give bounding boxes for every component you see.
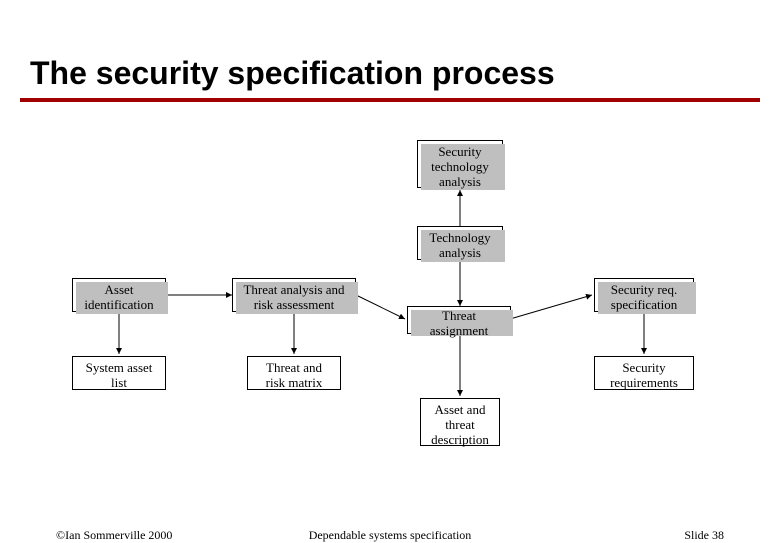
- box-threat-assignment: Threatassignment: [407, 306, 511, 334]
- box-label: Assetidentification: [84, 283, 153, 313]
- slide: The security specification process Secur…: [0, 0, 780, 540]
- box-label: Securityrequirements: [610, 361, 678, 391]
- box-security-technology-analysis: Securitytechnologyanalysis: [417, 140, 503, 188]
- box-asset-identification: Assetidentification: [72, 278, 166, 312]
- footer-subtitle: Dependable systems specification: [0, 528, 780, 543]
- footer-slide-number: Slide 38: [684, 528, 724, 543]
- box-label: Asset andthreatdescription: [431, 403, 489, 448]
- box-system-asset-list: System assetlist: [72, 356, 166, 390]
- slide-title: The security specification process: [30, 55, 555, 92]
- box-label: Threatassignment: [430, 309, 489, 339]
- box-threat-analysis-risk-assessment: Threat analysis andrisk assessment: [232, 278, 356, 312]
- box-technology-analysis: Technologyanalysis: [417, 226, 503, 260]
- box-label: Threat andrisk matrix: [266, 361, 323, 391]
- box-label: Threat analysis andrisk assessment: [243, 283, 344, 313]
- box-label: Securitytechnologyanalysis: [431, 145, 489, 190]
- title-underline: [20, 98, 760, 102]
- box-threat-risk-matrix: Threat andrisk matrix: [247, 356, 341, 390]
- box-label: Security req.specification: [611, 283, 677, 313]
- box-security-req-specification: Security req.specification: [594, 278, 694, 312]
- box-label: Technologyanalysis: [429, 231, 490, 261]
- box-asset-threat-description: Asset andthreatdescription: [420, 398, 500, 446]
- box-security-requirements: Securityrequirements: [594, 356, 694, 390]
- box-label: System assetlist: [86, 361, 153, 391]
